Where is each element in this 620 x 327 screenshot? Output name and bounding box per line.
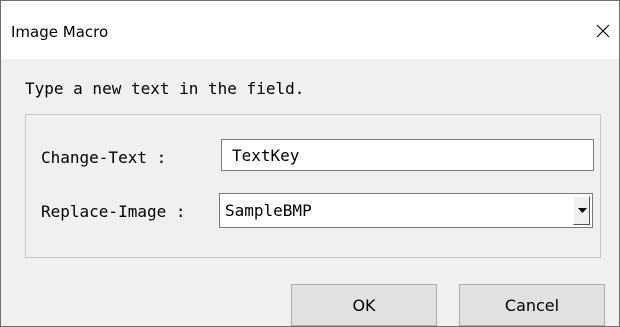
instruction-text: Type a new text in the field. — [25, 79, 305, 98]
window-title: Image Macro — [11, 23, 109, 41]
replace-image-value: SampleBMP — [225, 201, 312, 220]
cancel-button[interactable]: Cancel — [459, 284, 605, 326]
change-text-label: Change-Text : — [41, 148, 167, 167]
dropdown-arrow-icon — [578, 208, 587, 213]
dropdown-button[interactable] — [573, 196, 590, 225]
title-bar[interactable]: Image Macro — [1, 1, 619, 59]
replace-image-label: Replace-Image : — [41, 202, 186, 221]
image-macro-dialog: Image Macro Type a new text in the field… — [0, 0, 620, 327]
ok-button[interactable]: OK — [291, 284, 437, 326]
replace-image-select[interactable]: SampleBMP — [219, 193, 593, 228]
change-text-field[interactable] — [221, 139, 594, 171]
fields-group: Change-Text : Replace-Image : SampleBMP — [25, 114, 601, 258]
close-button[interactable] — [591, 19, 615, 43]
dialog-body: Type a new text in the field. Change-Tex… — [1, 59, 619, 326]
close-icon — [596, 24, 610, 38]
change-text-input[interactable] — [232, 144, 582, 166]
